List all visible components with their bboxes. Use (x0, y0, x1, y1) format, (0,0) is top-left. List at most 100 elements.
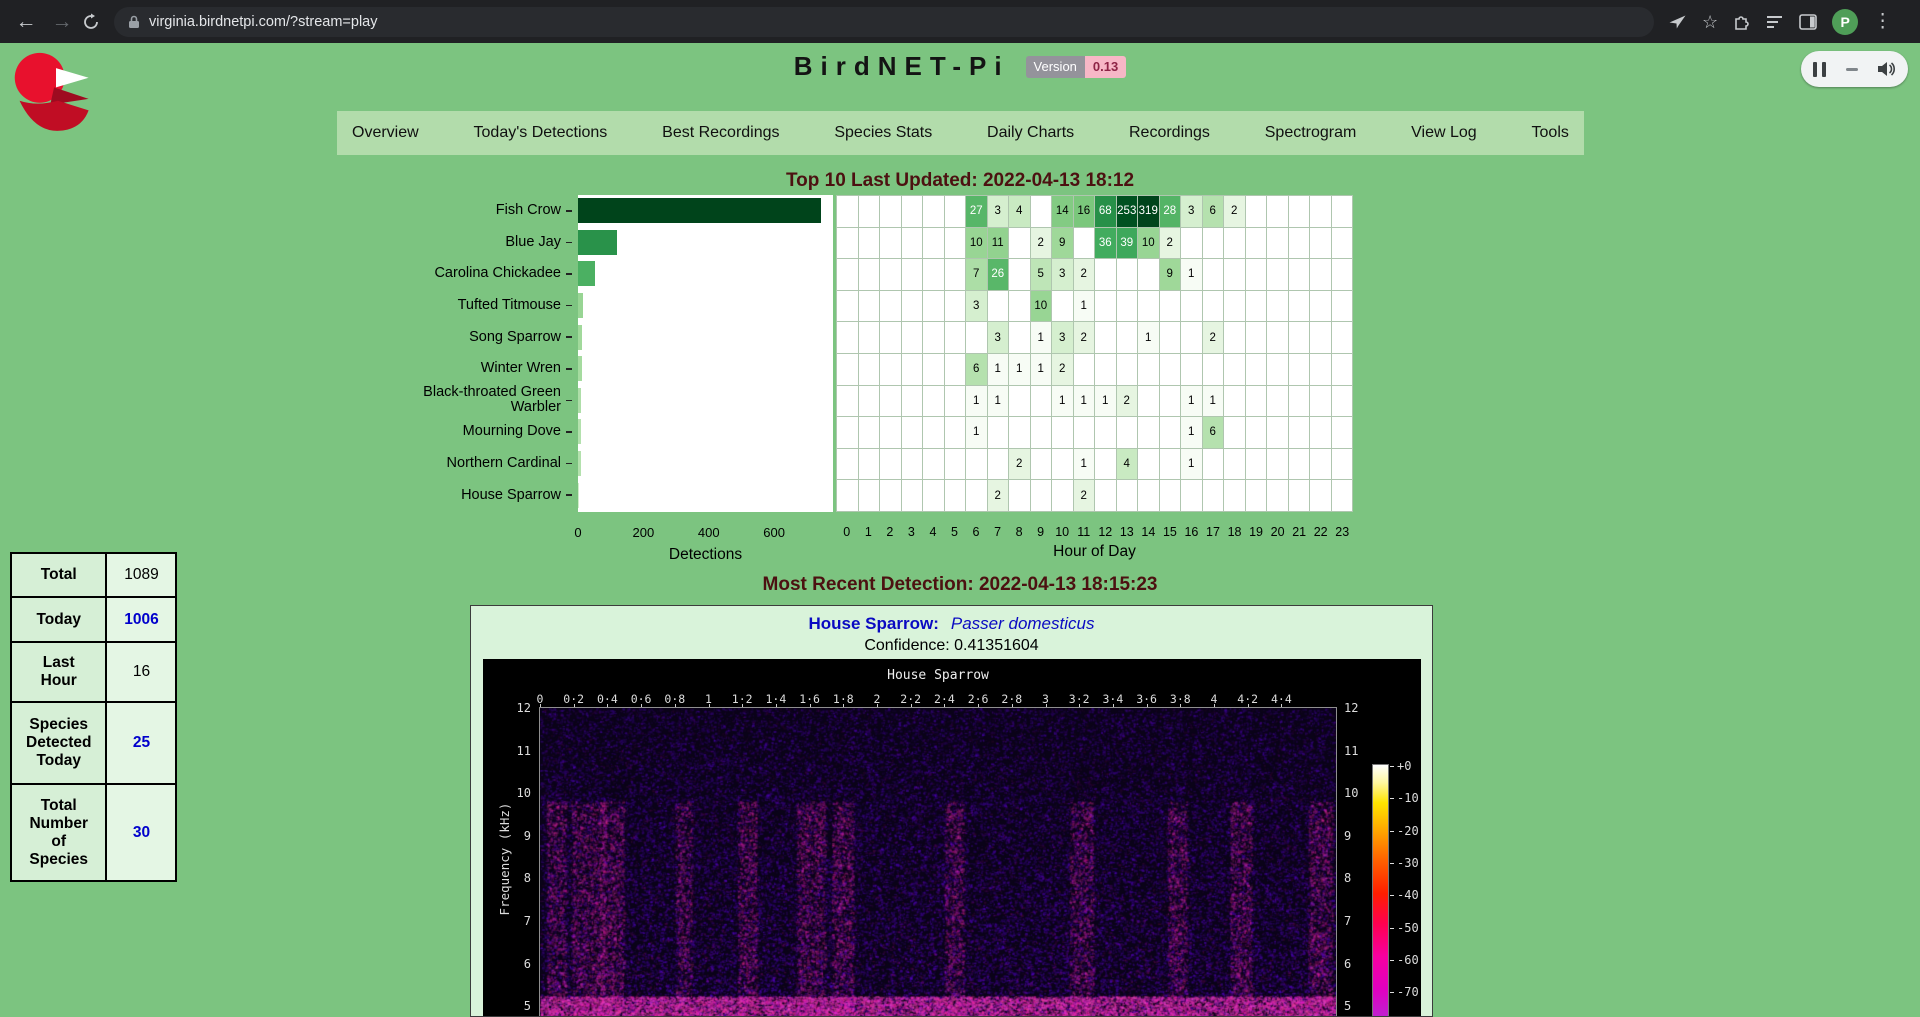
bar-row (578, 416, 833, 448)
heatmap-cell: 1 (1181, 259, 1203, 291)
menu-kebab-icon[interactable]: ⋮ (1873, 12, 1892, 31)
heatmap-cell (923, 228, 945, 260)
bar-row (578, 385, 833, 417)
colorbar-tick-label: -20 (1397, 824, 1419, 838)
nav-item-species-stats[interactable]: Species Stats (834, 124, 932, 142)
volume-icon[interactable] (1877, 61, 1896, 77)
heatmap-cell (1181, 354, 1203, 386)
send-icon[interactable] (1668, 13, 1687, 31)
profile-avatar[interactable]: P (1832, 9, 1858, 35)
heatmap-cell (1310, 228, 1332, 260)
heatmap-cell (1138, 386, 1160, 418)
axis-tick (566, 463, 572, 465)
stats-label: Today (11, 597, 106, 642)
spectrogram-ytick-label: 7 (1344, 914, 1374, 928)
url-bar[interactable]: virginia.birdnetpi.com/?stream=play (114, 7, 1654, 37)
heatmap-cell: 2 (988, 480, 1010, 512)
heatmap-cell (1332, 196, 1354, 228)
spectrogram-ytick-label: 11 (1344, 744, 1374, 758)
heatmap-cell (1117, 259, 1139, 291)
species-label-text: Blue Jay (505, 235, 561, 250)
heatmap-cell: 2 (1203, 322, 1225, 354)
bar-row (578, 258, 833, 290)
nav-item-today-s-detections[interactable]: Today's Detections (474, 124, 608, 142)
heatmap-cell (923, 480, 945, 512)
heatmap-cell (1138, 259, 1160, 291)
reload-icon[interactable] (82, 13, 100, 31)
colorbar-tick-mark (1390, 895, 1394, 896)
heatmap-cell (859, 417, 881, 449)
nav-item-spectrogram[interactable]: Spectrogram (1265, 124, 1357, 142)
nav-item-tools[interactable]: Tools (1532, 124, 1569, 142)
heatmap-cell (1203, 291, 1225, 323)
forward-icon[interactable]: → (44, 10, 80, 34)
heatmap-cell: 26 (988, 259, 1010, 291)
side-panel-icon[interactable] (1799, 14, 1817, 30)
heatmap-cell (1332, 322, 1354, 354)
heatmap-cell (880, 259, 902, 291)
nav-item-overview[interactable]: Overview (352, 124, 419, 142)
heatmap-xtick-label: 3 (908, 525, 915, 539)
heatmap-cell (1224, 480, 1246, 512)
axis-tick (566, 210, 572, 212)
heatmap-cell: 1 (966, 386, 988, 418)
stats-value[interactable]: 1006 (106, 597, 176, 642)
nav-item-view-log[interactable]: View Log (1411, 124, 1477, 142)
heatmap-cell (880, 449, 902, 481)
heatmap-cell: 7 (966, 259, 988, 291)
bookmark-star-icon[interactable]: ☆ (1702, 13, 1718, 31)
audio-player[interactable] (1801, 51, 1908, 87)
heatmap-cell: 16 (1074, 196, 1096, 228)
colorbar-tick-label: -10 (1397, 791, 1419, 805)
heatmap-cell (837, 259, 859, 291)
heatmap-cell (966, 322, 988, 354)
heatmap-cell (1289, 386, 1311, 418)
heatmap-cell (1074, 417, 1096, 449)
heatmap-cell (1246, 354, 1268, 386)
heatmap-cell: 1 (1031, 322, 1053, 354)
heatmap-xtick-label: 8 (1016, 525, 1023, 539)
pause-icon[interactable] (1813, 62, 1826, 77)
heatmap-cell (902, 417, 924, 449)
extensions-puzzle-icon[interactable] (1733, 13, 1751, 31)
heatmap-cell (880, 228, 902, 260)
back-icon[interactable]: ← (8, 10, 44, 34)
seek-dash[interactable] (1846, 68, 1858, 71)
heatmap-cell: 36 (1095, 228, 1117, 260)
heatmap-cell (1310, 259, 1332, 291)
detections-bar (578, 261, 595, 286)
heatmap-cell: 3 (966, 291, 988, 323)
reading-list-icon[interactable] (1766, 15, 1784, 29)
heatmap-cell: 1 (988, 386, 1010, 418)
heatmap-cell: 9 (1160, 259, 1182, 291)
spectrogram-colorbar (1372, 764, 1389, 1017)
version-label: Version (1026, 56, 1085, 78)
heatmap-cell (1095, 259, 1117, 291)
heatmap-cell (1246, 480, 1268, 512)
heatmap-cell: 39 (1117, 228, 1139, 260)
nav-item-recordings[interactable]: Recordings (1129, 124, 1210, 142)
nav-item-daily-charts[interactable]: Daily Charts (987, 124, 1074, 142)
heatmap-cell (902, 291, 924, 323)
detection-species[interactable]: House Sparrow: (809, 614, 939, 633)
heatmap-cell (880, 480, 902, 512)
heatmap-panel: 2734141668253319283621011293639102726532… (836, 195, 1353, 512)
nav-item-best-recordings[interactable]: Best Recordings (662, 124, 779, 142)
heatmap-cell (1267, 354, 1289, 386)
detection-latin: Passer domesticus (951, 614, 1095, 633)
heatmap-cell (1267, 386, 1289, 418)
heatmap-xtick-label: 13 (1120, 525, 1134, 539)
stats-value[interactable]: 30 (106, 784, 176, 881)
heatmap-xtick-label: 1 (865, 525, 872, 539)
heatmap-cell (945, 386, 967, 418)
heatmap-cell (1246, 291, 1268, 323)
stats-value[interactable]: 25 (106, 702, 176, 784)
heatmap-cell (1095, 417, 1117, 449)
bar-x-axis-title: Detections (578, 546, 833, 564)
heatmap-cell (837, 417, 859, 449)
heatmap-cell: 3 (988, 196, 1010, 228)
colorbar-tick-label: +0 (1397, 759, 1411, 773)
heatmap-cell (945, 196, 967, 228)
heatmap-cell: 319 (1138, 196, 1160, 228)
heatmap-cell (1009, 386, 1031, 418)
